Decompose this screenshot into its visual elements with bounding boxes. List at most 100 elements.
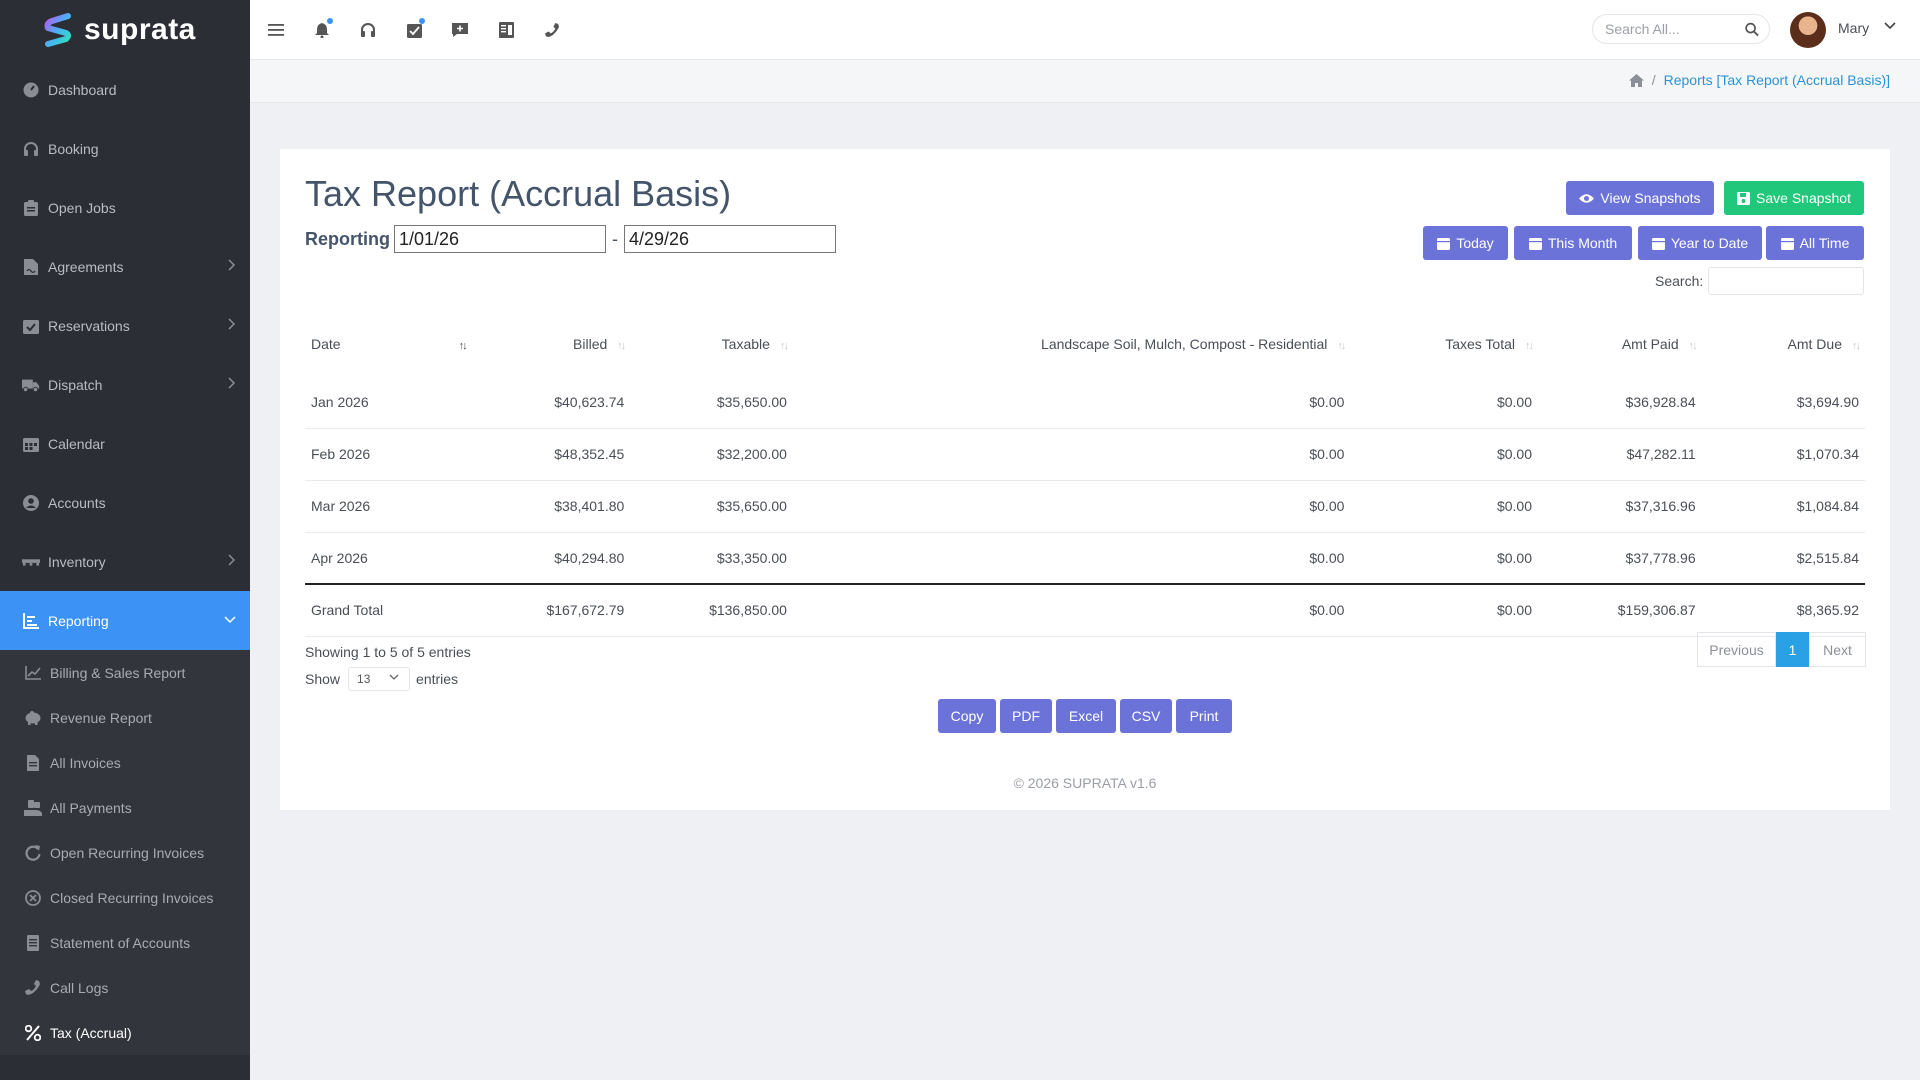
sidebar-subitem-all-invoices[interactable]: All Invoices	[0, 740, 250, 785]
column-header-amt-due[interactable]: Amt Due ↑↓	[1702, 312, 1865, 376]
sidebar-item-booking[interactable]: Booking	[0, 119, 250, 178]
circle-x-icon	[24, 889, 42, 907]
cell-amt-paid: $37,316.96	[1538, 480, 1702, 533]
bell-icon[interactable]	[310, 18, 334, 42]
home-icon[interactable]	[1628, 73, 1644, 87]
cell-total-amt-due: $8,365.92	[1701, 584, 1865, 637]
sidebar-item-dispatch[interactable]: Dispatch	[0, 355, 250, 414]
csv-button[interactable]: CSV	[1120, 699, 1172, 733]
sidebar-subitem-open-recurring-invoices[interactable]: Open Recurring Invoices	[0, 830, 250, 875]
global-search-input[interactable]	[1605, 21, 1745, 37]
cell-taxable: $32,200.00	[630, 428, 793, 481]
year-to-date-button[interactable]: Year to Date	[1638, 226, 1762, 260]
cell-date: Mar 2026	[305, 480, 472, 533]
sidebar-item-reporting[interactable]: Reporting	[0, 591, 250, 650]
reporting-submenu: Billing & Sales Report Revenue Report Al…	[0, 650, 250, 1055]
view-snapshots-button[interactable]: View Snapshots	[1566, 181, 1714, 215]
sidebar-subitem-all-payments[interactable]: All Payments	[0, 785, 250, 830]
sidebar-item-open-jobs[interactable]: Open Jobs	[0, 178, 250, 237]
today-button[interactable]: Today	[1423, 226, 1508, 260]
sort-icon: ↑↓	[779, 340, 789, 352]
avatar[interactable]	[1790, 12, 1826, 48]
entries-label: entries	[416, 671, 459, 687]
excel-button[interactable]: Excel	[1056, 699, 1116, 733]
print-button[interactable]: Print	[1176, 699, 1232, 733]
sidebar-subitem-label: Closed Recurring Invoices	[50, 889, 214, 906]
chevron-right-icon	[228, 318, 236, 330]
line-chart-icon	[24, 664, 42, 682]
task-check-icon[interactable]	[402, 18, 426, 42]
menu-icon[interactable]	[264, 18, 288, 42]
copy-button[interactable]: Copy	[938, 699, 996, 733]
previous-page-button[interactable]: Previous	[1697, 632, 1776, 667]
next-page-button[interactable]: Next	[1809, 632, 1866, 667]
column-header-taxes-total[interactable]: Taxes Total ↑↓	[1350, 312, 1538, 376]
sidebar-subitem-closed-recurring-invoices[interactable]: Closed Recurring Invoices	[0, 875, 250, 920]
column-header-date[interactable]: Date ↑↓	[305, 312, 472, 376]
sidebar-item-inventory[interactable]: Inventory	[0, 532, 250, 591]
cell-amt-due: $1,084.84	[1701, 480, 1865, 533]
ledger-icon[interactable]	[494, 18, 518, 42]
sidebar-item-dashboard[interactable]: Dashboard	[0, 60, 250, 119]
column-header-billed[interactable]: Billed ↑↓	[472, 312, 631, 376]
global-search[interactable]	[1592, 14, 1770, 44]
cell-landscape: $0.00	[792, 376, 1351, 429]
pdf-button[interactable]: PDF	[1000, 699, 1052, 733]
column-label: Amt Paid	[1621, 336, 1679, 352]
sidebar-item-label: Calendar	[48, 435, 105, 452]
cell-amt-due: $2,515.84	[1701, 532, 1865, 585]
tax-report-table: Date ↑↓ Billed ↑↓ Taxable ↑↓ Landscape Soil…	[305, 312, 1865, 637]
breadcrumb-current[interactable]: Reports [Tax Report (Accrual Basis)]	[1664, 72, 1890, 88]
notification-dot	[327, 18, 333, 24]
column-header-landscape-soil[interactable]: Landscape Soil, Mulch, Compost - Residen…	[793, 312, 1350, 376]
sidebar-subitem-billing-sales-report[interactable]: Billing & Sales Report	[0, 650, 250, 695]
page-1-button[interactable]: 1	[1776, 632, 1809, 667]
column-header-amt-paid[interactable]: Amt Paid ↑↓	[1538, 312, 1702, 376]
logo-mark-icon	[44, 13, 71, 47]
calendar-icon	[1528, 237, 1542, 250]
piggy-bank-icon	[24, 709, 42, 727]
show-label: Show	[305, 671, 341, 687]
cell-amt-due: $3,694.90	[1701, 376, 1865, 429]
page-size-select[interactable]: 13	[348, 667, 411, 691]
sidebar-item-label: Inventory	[48, 553, 106, 570]
table-search-label: Search:	[1655, 273, 1704, 289]
refresh-icon	[24, 844, 42, 862]
date-separator: -	[612, 228, 618, 249]
sidebar-subitem-tax-accrual[interactable]: Tax (Accrual)	[0, 1010, 250, 1055]
date-from-input[interactable]	[394, 225, 606, 253]
column-header-taxable[interactable]: Taxable ↑↓	[630, 312, 793, 376]
sidebar-subitem-revenue-report[interactable]: Revenue Report	[0, 695, 250, 740]
table-search-input[interactable]	[1708, 267, 1864, 295]
report-card: Tax Report (Accrual Basis) Reporting - V…	[280, 149, 1890, 810]
sidebar-item-label: Agreements	[48, 258, 124, 275]
cell-total-amt-paid: $159,306.87	[1538, 584, 1702, 637]
cell-total-label: Grand Total	[305, 584, 472, 637]
pagination: Previous 1 Next	[1697, 632, 1866, 667]
user-name[interactable]: Mary	[1838, 20, 1869, 36]
page-footer: © 2026 SUPRATA v1.6	[1013, 775, 1157, 791]
chevron-down-icon[interactable]	[1884, 22, 1896, 30]
save-icon	[1737, 191, 1751, 205]
sort-icon: ↑↓	[1337, 340, 1346, 352]
search-icon[interactable]	[1745, 22, 1759, 37]
headset-icon[interactable]	[356, 18, 380, 42]
logo[interactable]: suprata	[0, 0, 250, 60]
message-plus-icon[interactable]	[448, 18, 472, 42]
save-snapshot-button[interactable]: Save Snapshot	[1724, 181, 1864, 215]
phone-icon[interactable]	[540, 18, 564, 42]
chevron-right-icon	[228, 554, 236, 566]
breadcrumb-separator: /	[1651, 72, 1656, 88]
sidebar-item-label: Booking	[48, 140, 99, 157]
sidebar-subitem-call-logs[interactable]: Call Logs	[0, 965, 250, 1010]
all-time-button[interactable]: All Time	[1766, 226, 1864, 260]
logo-text: suprata	[84, 13, 196, 46]
date-to-input[interactable]	[624, 225, 836, 253]
this-month-button[interactable]: This Month	[1514, 226, 1632, 260]
page-size-value: 13	[357, 672, 371, 686]
sidebar-item-agreements[interactable]: Agreements	[0, 237, 250, 296]
sidebar-item-calendar[interactable]: Calendar	[0, 414, 250, 473]
sidebar-item-accounts[interactable]: Accounts	[0, 473, 250, 532]
sidebar-subitem-statement-of-accounts[interactable]: Statement of Accounts	[0, 920, 250, 965]
sidebar-item-reservations[interactable]: Reservations	[0, 296, 250, 355]
